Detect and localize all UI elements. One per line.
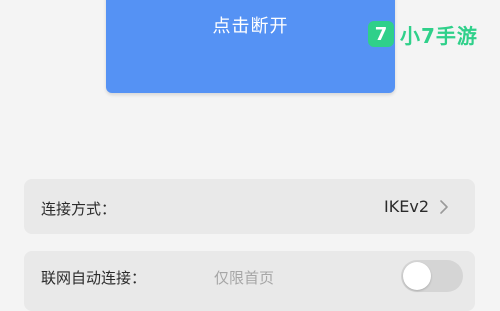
disconnect-button-label: 点击断开 — [212, 16, 289, 37]
connection-method-label: 连接方式： — [41, 200, 117, 218]
disconnect-button[interactable]: 点击断开 — [106, 0, 395, 93]
chevron-right-icon — [440, 200, 448, 214]
toggle-knob — [403, 262, 431, 290]
auto-connect-row: 联网自动连接： 仅限首页 — [24, 251, 475, 311]
watermark-logo-icon: 7 — [368, 21, 394, 47]
auto-connect-toggle[interactable] — [401, 260, 463, 292]
watermark-logo: 7 小7手游 — [368, 20, 478, 48]
auto-connect-hint: 仅限首页 — [214, 269, 275, 287]
auto-connect-label: 联网自动连接： — [41, 269, 147, 287]
connection-method-row[interactable]: 连接方式： IKEv2 — [24, 179, 475, 234]
connection-method-value: IKEv2 — [384, 197, 429, 216]
watermark-text: 小7手游 — [400, 23, 478, 48]
